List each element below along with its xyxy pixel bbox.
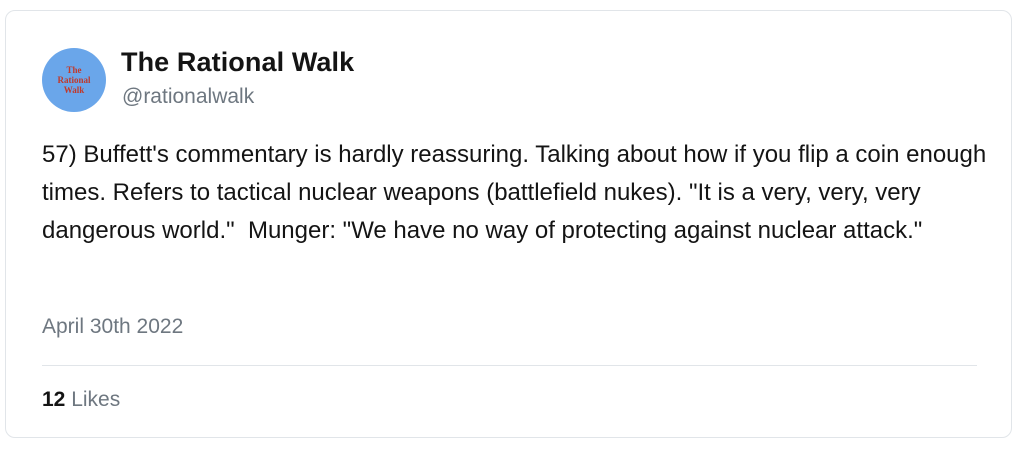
avatar-text-line1: The: [66, 65, 82, 75]
avatar[interactable]: The Rational Walk: [42, 48, 106, 112]
avatar-text-line3: Walk: [63, 85, 85, 95]
user-handle[interactable]: @rationalwalk: [122, 85, 254, 109]
likes-count: 12: [42, 388, 66, 411]
likes-stat[interactable]: 12 Likes: [42, 388, 120, 412]
avatar-text-line2: Rational: [57, 75, 91, 85]
likes-label: Likes: [71, 388, 121, 411]
tweet-text: 57) Buffett's commentary is hardly reass…: [42, 141, 993, 244]
tweet-card: The Rational Walk The Rational Walk @rat…: [5, 10, 1012, 438]
display-name[interactable]: The Rational Walk: [121, 47, 354, 78]
divider: [42, 365, 977, 366]
tweet-date[interactable]: April 30th 2022: [42, 315, 183, 339]
